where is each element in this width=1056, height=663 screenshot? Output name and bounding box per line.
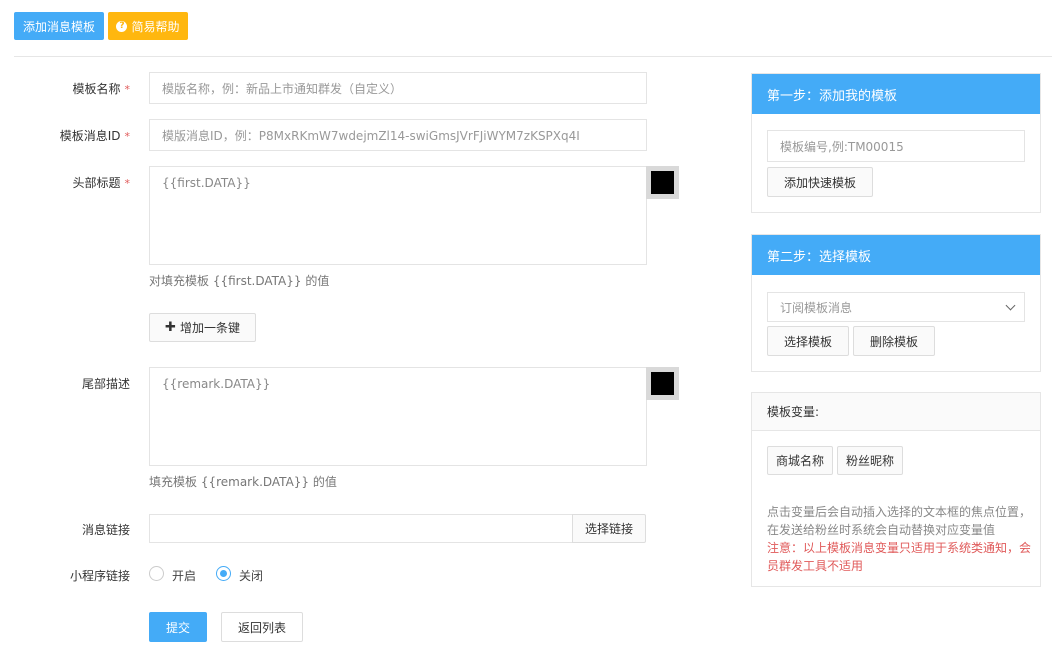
mini-on-label[interactable]: 开启 [172, 567, 196, 584]
footer-label: 尾部描述 [81, 377, 130, 391]
step1-panel: 第一步：添加我的模板 模板编号,例:TM00015 添加快速模板 [751, 73, 1041, 213]
footer-color-picker[interactable] [646, 367, 679, 400]
delete-template-button[interactable]: 删除模板 [853, 326, 935, 356]
template-name-placeholder: 模版名称，例：新品上市通知群发（自定义） [162, 81, 403, 96]
add-template-label: 添加消息模板 [22, 19, 95, 34]
required-mark: * [124, 177, 131, 190]
mini-label: 小程序链接 [69, 569, 130, 583]
add-key-label: 增加一条键 [179, 321, 240, 335]
template-code-placeholder: 模板编号,例:TM00015 [780, 139, 904, 154]
step2-title: 第二步：选择模板 [752, 235, 1040, 275]
header-textarea[interactable]: {{first.DATA}} [149, 166, 647, 265]
add-quick-template-button[interactable]: 添加快速模板 [767, 167, 873, 197]
variables-note: 点击变量后会自动插入选择的文本框的焦点位置，在发送给粉丝时系统会自动替换对应变量… [767, 503, 1032, 575]
variable-tag[interactable]: 粉丝昵称 [837, 446, 903, 475]
select-template-button[interactable]: 选择模板 [767, 326, 849, 356]
help-button[interactable]: ? 简易帮助 [108, 12, 188, 40]
link-label: 消息链接 [81, 523, 130, 537]
template-select-value: 订阅模板消息 [780, 300, 853, 315]
select-link-button[interactable]: 选择链接 [572, 514, 646, 543]
footer-value: {{remark.DATA}} [162, 377, 271, 391]
required-mark: * [124, 83, 131, 96]
variables-note-text: 点击变量后会自动插入选择的文本框的焦点位置，在发送给粉丝时系统会自动替换对应变量… [767, 505, 1032, 537]
submit-button[interactable]: 提交 [149, 612, 207, 642]
variables-title: 模板变量: [752, 393, 1040, 431]
chevron-down-icon [1005, 300, 1016, 311]
variables-warning: 注意：以上模板消息变量只适用于系统类通知，会员群发工具不适用 [767, 541, 1032, 573]
link-input[interactable] [149, 514, 573, 543]
variable-tag-label: 粉丝昵称 [845, 454, 894, 468]
select-link-label: 选择链接 [584, 522, 633, 536]
required-mark: * [124, 130, 131, 143]
mini-off-label[interactable]: 关闭 [239, 567, 263, 584]
template-name-input[interactable]: 模版名称，例：新品上市通知群发（自定义） [149, 72, 647, 104]
add-quick-template-label: 添加快速模板 [783, 175, 856, 190]
id-label: 模板消息ID * [59, 129, 131, 143]
step2-panel: 第二步：选择模板 订阅模板消息 选择模板 删除模板 [751, 234, 1041, 372]
delete-template-label: 删除模板 [869, 334, 918, 349]
variable-tag-label: 商城名称 [775, 454, 824, 468]
mini-on-radio[interactable] [149, 566, 164, 581]
template-id-input[interactable]: 模版消息ID，例：P8MxRKmW7wdejmZl14-swiGmsJVrFJi… [149, 119, 647, 151]
header-color-picker[interactable] [646, 166, 679, 199]
header-label: 头部标题 * [72, 176, 131, 190]
step1-title: 第一步：添加我的模板 [752, 74, 1040, 114]
header-hint: 对填充模板 {{first.DATA}} 的值 [149, 274, 330, 288]
add-template-button[interactable]: 添加消息模板 [14, 12, 104, 40]
toolbar-divider [14, 56, 1052, 57]
mini-off-radio[interactable] [216, 566, 231, 581]
name-label: 模板名称 * [72, 82, 131, 96]
template-id-placeholder: 模版消息ID，例：P8MxRKmW7wdejmZl14-swiGmsJVrFJi… [162, 128, 580, 143]
footer-color-swatch [651, 372, 674, 395]
help-label: 简易帮助 [131, 19, 180, 34]
back-to-list-label: 返回列表 [237, 620, 286, 635]
footer-hint: 填充模板 {{remark.DATA}} 的值 [149, 475, 337, 489]
question-circle-icon: ? [116, 20, 128, 32]
add-key-button[interactable]: ✚ 增加一条键 [149, 313, 256, 342]
template-code-input[interactable]: 模板编号,例:TM00015 [767, 130, 1025, 162]
template-select[interactable]: 订阅模板消息 [767, 292, 1025, 322]
select-template-label: 选择模板 [783, 334, 832, 349]
plus-icon: ✚ [165, 320, 176, 335]
header-value: {{first.DATA}} [162, 176, 251, 190]
footer-textarea[interactable]: {{remark.DATA}} [149, 367, 647, 466]
header-color-swatch [651, 171, 674, 194]
variable-tag[interactable]: 商城名称 [767, 446, 833, 475]
submit-label: 提交 [165, 620, 190, 635]
back-to-list-button[interactable]: 返回列表 [221, 612, 303, 642]
variables-panel: 模板变量: 商城名称 粉丝昵称 点击变量后会自动插入选择的文本框的焦点位置，在发… [751, 392, 1041, 587]
